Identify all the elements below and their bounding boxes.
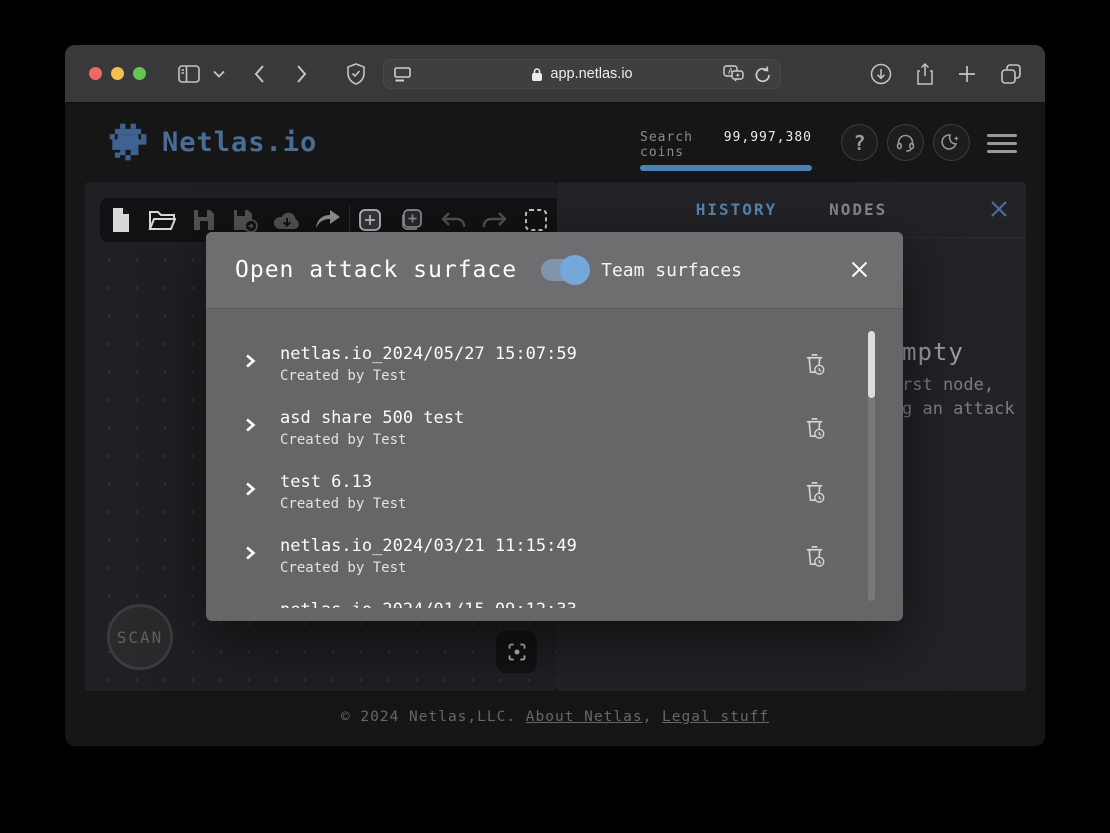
close-icon bbox=[850, 260, 869, 279]
open-folder-icon[interactable] bbox=[141, 198, 182, 242]
chevron-down-icon[interactable] bbox=[213, 45, 225, 103]
open-attack-surface-dialog: Open attack surface Team surfaces bbox=[206, 232, 903, 621]
url-text: app.netlas.io bbox=[550, 66, 632, 82]
forward-button[interactable] bbox=[295, 45, 308, 103]
auto-delete-icon[interactable] bbox=[803, 479, 826, 508]
moon-icon bbox=[941, 132, 962, 153]
surface-title: netlas.io_2024/03/21 11:15:49 bbox=[280, 535, 577, 557]
chevron-right-icon[interactable] bbox=[244, 481, 266, 500]
surface-subtitle: Created by Test bbox=[280, 557, 577, 579]
empty-state-heading-fragment: mpty bbox=[902, 338, 964, 366]
headset-icon bbox=[895, 132, 916, 153]
minimize-window-button[interactable] bbox=[111, 67, 124, 80]
legal-stuff-link[interactable]: Legal stuff bbox=[662, 709, 769, 725]
surface-title: test 6.13 bbox=[280, 471, 406, 493]
lock-icon bbox=[531, 67, 543, 82]
theme-toggle-button[interactable] bbox=[933, 124, 970, 161]
fit-view-button[interactable] bbox=[496, 631, 537, 673]
surface-list: netlas.io_2024/05/27 15:07:59 Created by… bbox=[206, 309, 903, 608]
empty-state-line-fragment: rst node, bbox=[902, 375, 994, 395]
toggle-label: Team surfaces bbox=[601, 260, 742, 281]
surface-list-item[interactable]: test 6.13 Created by Test bbox=[244, 471, 903, 515]
close-window-button[interactable] bbox=[89, 67, 102, 80]
svg-text:✦: ✦ bbox=[735, 72, 741, 80]
privacy-shield-icon[interactable] bbox=[345, 45, 367, 103]
tab-overview-icon[interactable] bbox=[999, 45, 1023, 103]
coins-progress-bar bbox=[640, 165, 812, 171]
coins-label: Search coins bbox=[640, 130, 724, 160]
translate-icon[interactable]: A ✦ bbox=[722, 64, 746, 89]
coins-widget: Search coins 99,997,380 bbox=[640, 130, 812, 171]
surface-subtitle: Created by Test bbox=[280, 493, 406, 515]
surface-title: netlas.io_2024/01/15 09:12:33 bbox=[280, 599, 577, 608]
browser-toolbar: app.netlas.io A ✦ bbox=[65, 45, 1045, 103]
focus-icon bbox=[507, 642, 527, 662]
question-icon: ? bbox=[853, 131, 865, 155]
toggle-knob bbox=[560, 255, 590, 285]
sidebar-toggle-icon[interactable] bbox=[177, 45, 201, 103]
support-button[interactable] bbox=[887, 124, 924, 161]
brand[interactable]: Netlas.io bbox=[107, 121, 317, 163]
copyright-text: © 2024 Netlas,LLC. bbox=[341, 709, 526, 725]
surface-list-item[interactable]: netlas.io_2024/03/21 11:15:49 Created by… bbox=[244, 535, 903, 579]
coins-value: 99,997,380 bbox=[724, 130, 812, 160]
close-icon bbox=[988, 198, 1010, 220]
new-tab-icon[interactable] bbox=[957, 45, 977, 103]
brand-name: Netlas.io bbox=[162, 127, 317, 158]
team-surfaces-toggle[interactable] bbox=[541, 259, 587, 281]
site-footer: © 2024 Netlas,LLC. About Netlas, Legal s… bbox=[65, 709, 1045, 725]
surface-list-item[interactable]: asd share 500 test Created by Test bbox=[244, 407, 903, 451]
scan-button[interactable]: SCAN bbox=[107, 604, 173, 670]
chevron-right-icon[interactable] bbox=[244, 417, 266, 436]
about-netlas-link[interactable]: About Netlas bbox=[526, 709, 643, 725]
footer-separator: , bbox=[643, 709, 662, 725]
downloads-icon[interactable] bbox=[869, 45, 893, 103]
scan-label: SCAN bbox=[117, 628, 164, 647]
new-file-icon[interactable] bbox=[100, 198, 141, 242]
surface-subtitle: Created by Test bbox=[280, 365, 577, 387]
surface-title: netlas.io_2024/05/27 15:07:59 bbox=[280, 343, 577, 365]
dialog-header: Open attack surface Team surfaces bbox=[206, 232, 903, 309]
scrollbar-thumb[interactable] bbox=[868, 331, 875, 398]
surface-subtitle: Created by Test bbox=[280, 429, 464, 451]
surface-list-item-clipped[interactable]: netlas.io_2024/01/15 09:12:33 bbox=[244, 599, 903, 608]
chevron-right-icon[interactable] bbox=[244, 353, 266, 372]
auto-delete-icon[interactable] bbox=[803, 351, 826, 380]
traffic-lights bbox=[89, 67, 146, 80]
tab-history[interactable]: HISTORY bbox=[696, 200, 777, 219]
help-button[interactable]: ? bbox=[841, 124, 878, 161]
zoom-window-button[interactable] bbox=[133, 67, 146, 80]
panel-close-button[interactable] bbox=[988, 198, 1010, 224]
browser-window: app.netlas.io A ✦ bbox=[65, 45, 1045, 746]
panel-tab-bar: HISTORY NODES bbox=[557, 182, 1026, 238]
auto-delete-icon[interactable] bbox=[803, 415, 826, 444]
surface-title: asd share 500 test bbox=[280, 407, 464, 429]
surface-list-item[interactable]: netlas.io_2024/05/27 15:07:59 Created by… bbox=[244, 343, 903, 387]
netlas-app-page: Netlas.io Search coins 99,997,380 ? bbox=[65, 104, 1045, 746]
reload-icon[interactable] bbox=[754, 65, 772, 89]
empty-state-line-fragment: g an attack bbox=[902, 399, 1015, 419]
back-button[interactable] bbox=[253, 45, 266, 103]
dialog-close-button[interactable] bbox=[850, 260, 869, 283]
tab-nodes[interactable]: NODES bbox=[829, 200, 887, 219]
dialog-title: Open attack surface bbox=[235, 257, 517, 283]
auto-delete-icon[interactable] bbox=[803, 543, 826, 572]
share-icon[interactable] bbox=[915, 45, 935, 103]
netlas-logo-icon bbox=[107, 121, 149, 163]
chevron-right-icon[interactable] bbox=[244, 545, 266, 564]
list-scrollbar[interactable] bbox=[868, 331, 875, 601]
menu-button[interactable] bbox=[987, 134, 1017, 153]
address-bar[interactable]: app.netlas.io A ✦ bbox=[383, 59, 781, 89]
